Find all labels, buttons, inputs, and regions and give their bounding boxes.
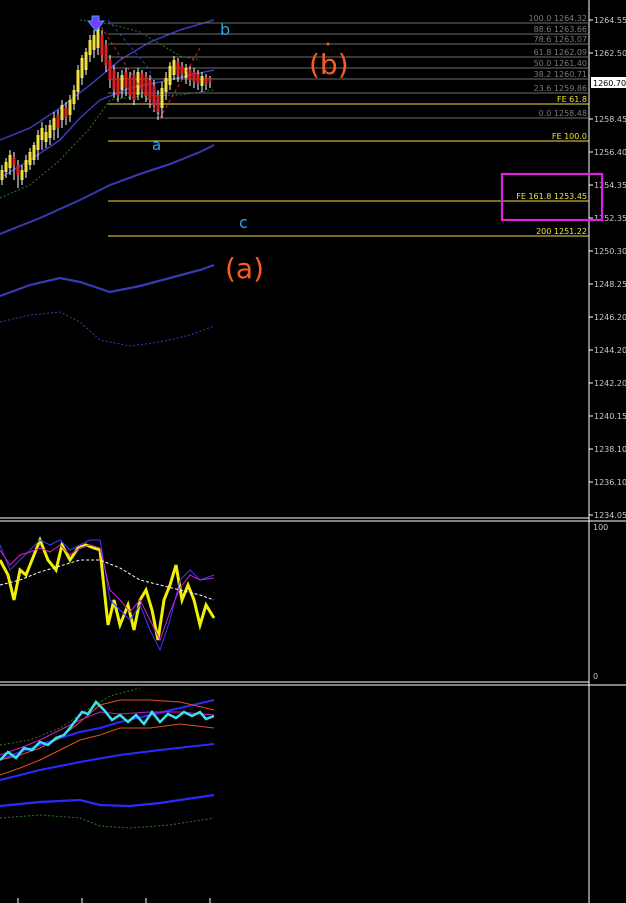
fib-label: 100.0 1264.32 [528,14,587,23]
candle-body [128,78,132,95]
fib-label: FE 161.8 1253.45 [516,192,587,201]
osc2-green-dash [0,814,215,829]
candle-body [188,70,192,80]
osc2-lower-blue [0,793,215,808]
candle-body [20,170,24,180]
candle-body [16,165,20,175]
fib-label: 23.6 1259.86 [534,84,587,93]
band-outer-2 [0,311,215,347]
candle-body [36,135,40,150]
candle-body [104,45,108,65]
wave-label-c: c [239,213,248,232]
band-outer-1 [0,263,215,298]
wave-label-b-big: (b) [309,48,349,81]
candle-body [204,78,208,84]
candle-body [144,76,148,96]
y-axis-ticks: 1264.55 1262.50 1258.45 1256.40 1254.35 1252.… [589,16,626,520]
y-tick-label: 1248.25 [594,280,626,289]
candle-body [4,162,8,172]
candle-body [80,58,84,78]
candle-body [148,80,152,100]
band-green-dash [0,89,215,199]
y-tick-label: 1252.35 [594,214,626,223]
candlesticks [0,22,212,188]
wave-label-b: b [220,20,230,39]
fib-label: 61.8 1262.09 [534,48,587,57]
candle-body [192,72,196,82]
osc1-label-100: 100 [593,523,608,532]
wave-b-dot [326,42,330,46]
fib-label: 38.2 1260.71 [534,70,587,79]
fib-label: 50.0 1261.40 [534,59,587,68]
x-axis-ticks [17,898,211,903]
wave-label-a-big: (a) [225,252,264,285]
candle-body [24,160,28,172]
candle-body [112,70,116,90]
fib-label: 78.6 1263.07 [534,35,587,44]
candle-body [88,40,92,55]
candle-body [68,100,72,115]
oscillator-2 [0,687,215,829]
candle-body [168,66,172,85]
candle-body [56,115,60,128]
y-tick-label: 1264.55 [594,16,626,25]
candle-body [160,88,164,108]
candle-body [156,95,160,112]
candle-body [76,70,80,92]
candle-body [164,78,168,92]
candle-body [12,158,16,165]
candle-body [116,78,120,96]
y-tick-label: 1238.10 [594,445,626,454]
candle-body [0,170,4,180]
oscillator-1 [0,535,216,652]
candle-body [32,145,36,160]
candle-body [200,76,204,86]
y-tick-label: 1258.45 [594,115,626,124]
candle-body [40,128,44,140]
y-tick-label: 1256.40 [594,148,626,157]
y-tick-label: 1254.35 [594,181,626,190]
fib-label: FE 61.8 [557,95,587,104]
candle-body [100,35,104,55]
y-tick-label: 1236.10 [594,478,626,487]
candle-body [8,155,12,168]
y-tick-label: 1246.20 [594,313,626,322]
y-tick-label: 1234.05 [594,511,626,520]
fib-label: 200 1251.22 [536,227,587,236]
candle-body [208,78,212,82]
down-arrow-icon [86,15,106,32]
candle-body [108,60,112,80]
price-chart: 1264.55 1262.50 1258.45 1256.40 1254.35 1252.… [0,0,626,903]
osc1-label-0: 0 [593,672,598,681]
wave-label-a: a [152,136,161,154]
candle-body [28,152,32,165]
band-mid [0,69,215,179]
fib-label: FE 100.0 [552,132,587,141]
y-tick-label: 1242.20 [594,379,626,388]
candle-body [184,68,188,78]
y-tick-label: 1250.30 [594,247,626,256]
candle-body [64,108,68,118]
candle-body [84,52,88,70]
candle-body [124,72,128,88]
candle-body [72,90,76,104]
candle-body [180,66,184,74]
osc2-cyan-line [0,700,215,761]
candle-body [92,35,96,50]
candle-body [44,132,48,142]
candle-body [172,60,176,75]
candle-body [196,74,200,84]
y-tick-label: 1244.20 [594,346,626,355]
candle-body [120,75,124,90]
y-tick-label: 1262.50 [594,49,626,58]
candle-body [52,118,56,130]
current-price-label: 1260.70 [593,79,626,88]
candle-body [60,105,64,120]
fib-label: 88.6 1263.66 [534,25,587,34]
fib-label: 0.0 1258.48 [539,109,587,118]
candle-body [176,62,180,76]
candle-body [48,125,52,138]
y-tick-label: 1240.15 [594,412,626,421]
